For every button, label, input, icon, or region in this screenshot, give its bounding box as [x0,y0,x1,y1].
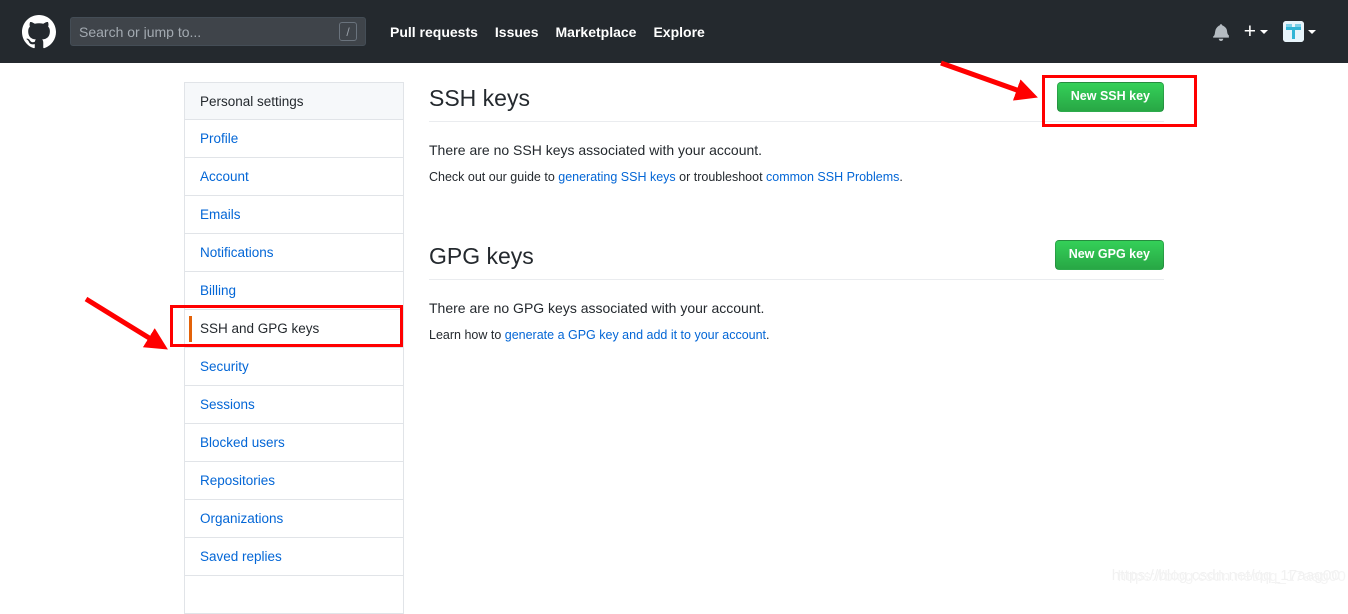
sidebar-item-saved-replies[interactable]: Saved replies [185,538,403,576]
github-logo-icon[interactable] [22,14,56,49]
sidebar-item-organizations[interactable]: Organizations [185,500,403,538]
sidebar-item-billing[interactable]: Billing [185,272,403,310]
sidebar-item-label: Emails [200,207,241,222]
ssh-keys-help-text: Check out our guide to generating SSH ke… [429,170,1164,184]
sidebar-item-overflow[interactable] [185,576,403,614]
ssh-help-suffix: . [899,169,903,184]
link-generate-gpg-key[interactable]: generate a GPG key and add it to your ac… [505,328,766,342]
new-ssh-key-button[interactable]: New SSH key [1056,82,1164,112]
nav-link-marketplace[interactable]: Marketplace [556,24,637,40]
ssh-help-prefix: Check out our guide to [429,169,559,184]
sidebar-item-sessions[interactable]: Sessions [185,386,403,424]
watermark-text-shadow: https://blog.csdn.net/qq_17aag00 [1117,568,1346,585]
link-generating-ssh-keys[interactable]: generating SSH keys [558,170,675,184]
sidebar-item-label: Billing [200,283,237,298]
nav-link-explore[interactable]: Explore [653,24,704,40]
search-shortcut-badge: / [339,22,357,41]
create-new-menu[interactable]: + [1243,19,1268,43]
gpg-keys-header: GPG keys New GPG key [429,239,1164,280]
page-body: Personal settings Profile Account Emails… [0,63,1348,614]
sidebar-title: Personal settings [185,83,403,120]
search-input[interactable]: Search or jump to... / [70,17,366,46]
sidebar-item-label: SSH and GPG keys [200,321,320,336]
sidebar-item-repositories[interactable]: Repositories [185,462,403,500]
sidebar-item-label: Notifications [200,245,274,260]
gpg-help-prefix: Learn how to [429,327,505,342]
new-gpg-key-button[interactable]: New GPG key [1054,239,1164,270]
gpg-keys-section: GPG keys New GPG key There are no GPG ke… [429,239,1164,342]
gpg-keys-empty-message: There are no GPG keys associated with yo… [429,299,765,316]
sidebar-item-notifications[interactable]: Notifications [185,234,403,272]
sidebar-item-blocked-users[interactable]: Blocked users [185,424,403,462]
sidebar-item-emails[interactable]: Emails [185,196,403,234]
watermark: https://blog.csdn.net/qq_17aag00 https:/… [1112,567,1346,585]
nav-link-issues[interactable]: Issues [495,24,539,40]
gpg-keys-help-text: Learn how to generate a GPG key and add … [429,328,1164,342]
sidebar-item-label: Organizations [200,511,284,526]
bell-icon[interactable] [1212,23,1229,41]
link-common-ssh-problems[interactable]: common SSH Problems [766,170,899,184]
sidebar-item-account[interactable]: Account [185,158,403,196]
sidebar-item-profile[interactable]: Profile [185,120,403,158]
nav-link-pull-requests[interactable]: Pull requests [390,24,478,40]
sidebar-item-label: Profile [200,131,239,146]
user-menu[interactable] [1283,21,1316,42]
plus-icon: + [1243,19,1256,43]
chevron-down-icon [1308,29,1316,34]
top-bar-right-group: + [1212,19,1332,43]
sidebar-item-label: Blocked users [200,435,285,450]
search-placeholder: Search or jump to... [79,24,202,39]
gpg-keys-title: GPG keys [429,243,534,270]
primary-nav: Pull requests Issues Marketplace Explore [390,24,705,40]
avatar[interactable] [1283,21,1304,42]
ssh-keys-section: SSH keys New SSH key There are no SSH ke… [429,82,1164,184]
sidebar-item-label: Security [200,359,249,374]
sidebar-item-label: Saved replies [200,549,282,564]
ssh-keys-header: SSH keys New SSH key [429,82,1164,122]
sidebar-item-label: Sessions [200,397,255,412]
ssh-keys-empty-message: There are no SSH keys associated with yo… [429,141,763,158]
sidebar-item-label: Account [200,169,249,184]
sidebar-item-label: Repositories [200,473,276,488]
gpg-help-suffix: . [766,327,770,342]
sidebar-item-security[interactable]: Security [185,348,403,386]
main-content: SSH keys New SSH key There are no SSH ke… [429,82,1164,342]
settings-sidebar: Personal settings Profile Account Emails… [184,82,404,614]
chevron-down-icon [1260,29,1268,34]
sidebar-item-ssh-and-gpg-keys[interactable]: SSH and GPG keys [185,310,403,348]
ssh-keys-title: SSH keys [429,85,530,112]
top-navigation-bar: Search or jump to... / Pull requests Iss… [0,0,1348,63]
ssh-help-middle: or troubleshoot [675,169,767,184]
